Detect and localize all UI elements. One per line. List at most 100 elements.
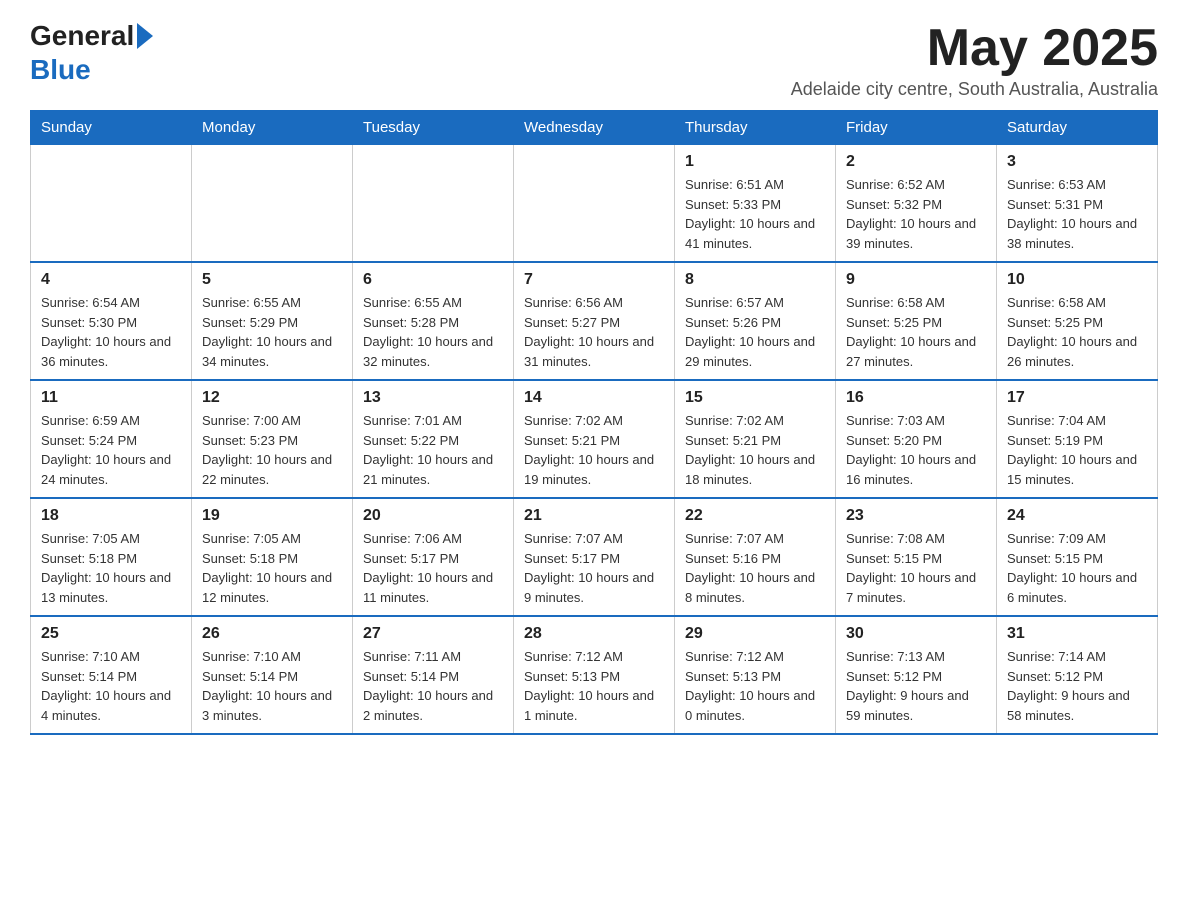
calendar-cell: 27 Sunrise: 7:11 AMSunset: 5:14 PMDayligh… bbox=[353, 616, 514, 734]
day-number: 22 bbox=[685, 507, 825, 525]
calendar-cell: 28 Sunrise: 7:12 AMSunset: 5:13 PMDayligh… bbox=[514, 616, 675, 734]
calendar-week-row: 4 Sunrise: 6:54 AMSunset: 5:30 PMDaylight… bbox=[31, 262, 1158, 380]
calendar-table: SundayMondayTuesdayWednesdayThursdayFrid… bbox=[30, 110, 1158, 735]
logo-blue-text: Blue bbox=[30, 54, 91, 86]
day-number: 7 bbox=[524, 271, 664, 289]
calendar-cell: 29 Sunrise: 7:12 AMSunset: 5:13 PMDayligh… bbox=[675, 616, 836, 734]
calendar-cell: 26 Sunrise: 7:10 AMSunset: 5:14 PMDayligh… bbox=[192, 616, 353, 734]
day-number: 31 bbox=[1007, 625, 1147, 643]
day-number: 14 bbox=[524, 389, 664, 407]
day-info: Sunrise: 7:13 AMSunset: 5:12 PMDaylight:… bbox=[846, 647, 986, 725]
day-number: 15 bbox=[685, 389, 825, 407]
day-info: Sunrise: 6:55 AMSunset: 5:28 PMDaylight:… bbox=[363, 293, 503, 371]
day-number: 5 bbox=[202, 271, 342, 289]
day-of-week-header: Tuesday bbox=[353, 111, 514, 145]
day-number: 3 bbox=[1007, 153, 1147, 171]
day-info: Sunrise: 7:02 AMSunset: 5:21 PMDaylight:… bbox=[685, 411, 825, 489]
calendar-cell: 18Sunrise: 7:05 AMSunset: 5:18 PMDayligh… bbox=[31, 498, 192, 616]
calendar-cell bbox=[192, 145, 353, 263]
day-number: 27 bbox=[363, 625, 503, 643]
day-info: Sunrise: 6:57 AMSunset: 5:26 PMDaylight:… bbox=[685, 293, 825, 371]
day-info: Sunrise: 7:09 AMSunset: 5:15 PMDaylight:… bbox=[1007, 529, 1147, 607]
calendar-week-row: 11 Sunrise: 6:59 AMSunset: 5:24 PMDayligh… bbox=[31, 380, 1158, 498]
day-number: 24 bbox=[1007, 507, 1147, 525]
day-number: 30 bbox=[846, 625, 986, 643]
day-number: 28 bbox=[524, 625, 664, 643]
calendar-cell: 9 Sunrise: 6:58 AMSunset: 5:25 PMDaylight… bbox=[836, 262, 997, 380]
page-title: May 2025 bbox=[791, 20, 1158, 77]
day-info: Sunrise: 7:08 AMSunset: 5:15 PMDaylight:… bbox=[846, 529, 986, 607]
calendar-cell: 7 Sunrise: 6:56 AMSunset: 5:27 PMDaylight… bbox=[514, 262, 675, 380]
day-number: 20 bbox=[363, 507, 503, 525]
day-number: 2 bbox=[846, 153, 986, 171]
calendar-cell bbox=[514, 145, 675, 263]
day-number: 1 bbox=[685, 153, 825, 171]
day-info: Sunrise: 7:07 AMSunset: 5:16 PMDaylight:… bbox=[685, 529, 825, 607]
day-info: Sunrise: 7:10 AMSunset: 5:14 PMDaylight:… bbox=[202, 647, 342, 725]
day-number: 9 bbox=[846, 271, 986, 289]
day-info: Sunrise: 6:52 AMSunset: 5:32 PMDaylight:… bbox=[846, 175, 986, 253]
day-info: Sunrise: 7:03 AMSunset: 5:20 PMDaylight:… bbox=[846, 411, 986, 489]
day-of-week-header: Thursday bbox=[675, 111, 836, 145]
day-of-week-header: Sunday bbox=[31, 111, 192, 145]
calendar-cell: 11 Sunrise: 6:59 AMSunset: 5:24 PMDayligh… bbox=[31, 380, 192, 498]
calendar-cell: 2 Sunrise: 6:52 AMSunset: 5:32 PMDaylight… bbox=[836, 145, 997, 263]
day-of-week-header: Wednesday bbox=[514, 111, 675, 145]
day-info: Sunrise: 7:05 AMSunset: 5:18 PMDaylight:… bbox=[202, 529, 342, 607]
day-number: 23 bbox=[846, 507, 986, 525]
day-of-week-header: Saturday bbox=[997, 111, 1158, 145]
day-info: Sunrise: 6:56 AMSunset: 5:27 PMDaylight:… bbox=[524, 293, 664, 371]
day-number: 8 bbox=[685, 271, 825, 289]
day-number: 18 bbox=[41, 507, 181, 525]
day-info: Sunrise: 7:11 AMSunset: 5:14 PMDaylight:… bbox=[363, 647, 503, 725]
calendar-cell: 23 Sunrise: 7:08 AMSunset: 5:15 PMDayligh… bbox=[836, 498, 997, 616]
day-number: 21 bbox=[524, 507, 664, 525]
page-header: General Blue May 2025 Adelaide city cent… bbox=[30, 20, 1158, 100]
logo-triangle-icon bbox=[137, 23, 153, 49]
calendar-cell: 24 Sunrise: 7:09 AMSunset: 5:15 PMDayligh… bbox=[997, 498, 1158, 616]
day-of-week-header: Friday bbox=[836, 111, 997, 145]
calendar-cell: 14Sunrise: 7:02 AMSunset: 5:21 PMDayligh… bbox=[514, 380, 675, 498]
calendar-cell bbox=[353, 145, 514, 263]
day-info: Sunrise: 6:54 AMSunset: 5:30 PMDaylight:… bbox=[41, 293, 181, 371]
day-info: Sunrise: 6:58 AMSunset: 5:25 PMDaylight:… bbox=[846, 293, 986, 371]
calendar-cell: 31Sunrise: 7:14 AMSunset: 5:12 PMDayligh… bbox=[997, 616, 1158, 734]
day-number: 26 bbox=[202, 625, 342, 643]
day-number: 11 bbox=[41, 389, 181, 407]
calendar-cell: 3Sunrise: 6:53 AMSunset: 5:31 PMDaylight… bbox=[997, 145, 1158, 263]
logo: General Blue bbox=[30, 20, 153, 86]
calendar-cell: 5Sunrise: 6:55 AMSunset: 5:29 PMDaylight… bbox=[192, 262, 353, 380]
day-info: Sunrise: 7:10 AMSunset: 5:14 PMDaylight:… bbox=[41, 647, 181, 725]
page-subtitle: Adelaide city centre, South Australia, A… bbox=[791, 79, 1158, 100]
title-block: May 2025 Adelaide city centre, South Aus… bbox=[791, 20, 1158, 100]
day-number: 16 bbox=[846, 389, 986, 407]
logo-general-text: General bbox=[30, 20, 134, 52]
day-info: Sunrise: 7:12 AMSunset: 5:13 PMDaylight:… bbox=[685, 647, 825, 725]
day-number: 10 bbox=[1007, 271, 1147, 289]
day-number: 13 bbox=[363, 389, 503, 407]
day-number: 6 bbox=[363, 271, 503, 289]
calendar-cell: 21Sunrise: 7:07 AMSunset: 5:17 PMDayligh… bbox=[514, 498, 675, 616]
calendar-cell: 22 Sunrise: 7:07 AMSunset: 5:16 PMDayligh… bbox=[675, 498, 836, 616]
calendar-cell: 1Sunrise: 6:51 AMSunset: 5:33 PMDaylight… bbox=[675, 145, 836, 263]
calendar-cell: 4 Sunrise: 6:54 AMSunset: 5:30 PMDaylight… bbox=[31, 262, 192, 380]
day-number: 17 bbox=[1007, 389, 1147, 407]
calendar-header-row: SundayMondayTuesdayWednesdayThursdayFrid… bbox=[31, 111, 1158, 145]
day-number: 4 bbox=[41, 271, 181, 289]
calendar-cell: 15 Sunrise: 7:02 AMSunset: 5:21 PMDayligh… bbox=[675, 380, 836, 498]
day-info: Sunrise: 6:59 AMSunset: 5:24 PMDaylight:… bbox=[41, 411, 181, 489]
calendar-cell: 16 Sunrise: 7:03 AMSunset: 5:20 PMDayligh… bbox=[836, 380, 997, 498]
calendar-cell: 25Sunrise: 7:10 AMSunset: 5:14 PMDayligh… bbox=[31, 616, 192, 734]
day-number: 12 bbox=[202, 389, 342, 407]
calendar-week-row: 1Sunrise: 6:51 AMSunset: 5:33 PMDaylight… bbox=[31, 145, 1158, 263]
day-number: 29 bbox=[685, 625, 825, 643]
calendar-cell: 6 Sunrise: 6:55 AMSunset: 5:28 PMDaylight… bbox=[353, 262, 514, 380]
calendar-cell: 13Sunrise: 7:01 AMSunset: 5:22 PMDayligh… bbox=[353, 380, 514, 498]
day-info: Sunrise: 7:12 AMSunset: 5:13 PMDaylight:… bbox=[524, 647, 664, 725]
calendar-cell: 19Sunrise: 7:05 AMSunset: 5:18 PMDayligh… bbox=[192, 498, 353, 616]
day-of-week-header: Monday bbox=[192, 111, 353, 145]
calendar-cell: 10Sunrise: 6:58 AMSunset: 5:25 PMDayligh… bbox=[997, 262, 1158, 380]
calendar-cell: 17Sunrise: 7:04 AMSunset: 5:19 PMDayligh… bbox=[997, 380, 1158, 498]
calendar-cell bbox=[31, 145, 192, 263]
calendar-cell: 12Sunrise: 7:00 AMSunset: 5:23 PMDayligh… bbox=[192, 380, 353, 498]
